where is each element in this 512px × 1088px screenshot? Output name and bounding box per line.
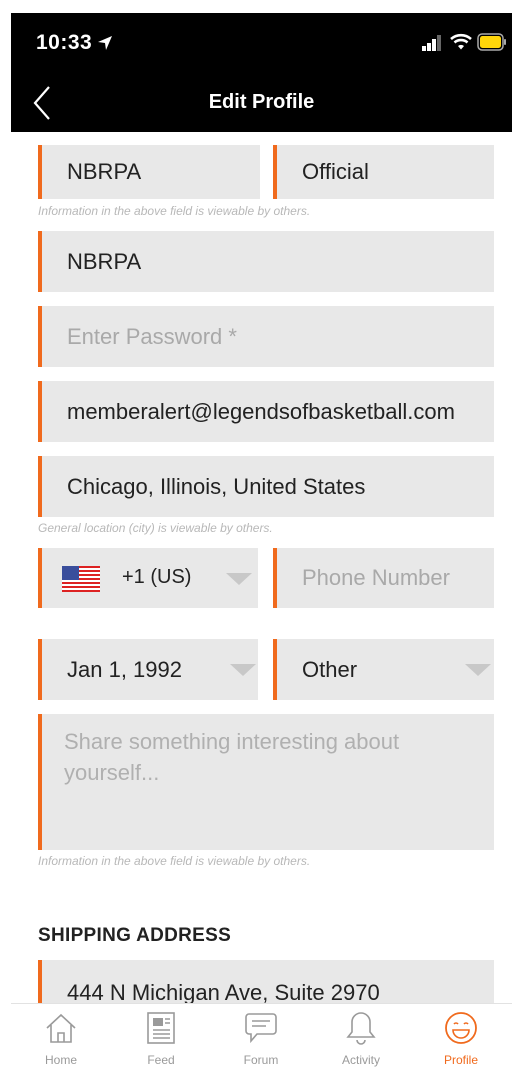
bottom-tab-bar: Home Feed Forum Activity Profile — [11, 1003, 512, 1075]
chevron-down-icon — [465, 664, 491, 676]
location-arrow-icon — [98, 36, 112, 50]
bell-icon — [346, 1012, 376, 1045]
password-field[interactable]: Enter Password * — [38, 306, 494, 367]
tab-activity[interactable]: Activity — [311, 1004, 411, 1075]
shipping-address-heading: SHIPPING ADDRESS — [38, 925, 232, 946]
name-visibility-note: Information in the above field is viewab… — [38, 204, 311, 218]
birthdate-value: Jan 1, 1992 — [67, 656, 182, 682]
tab-profile[interactable]: Profile — [411, 1004, 511, 1075]
username-field[interactable]: NBRPA — [38, 231, 494, 292]
phone-number-field[interactable]: Phone Number — [273, 548, 494, 608]
battery-icon — [477, 33, 506, 51]
last-name-field[interactable]: Official — [273, 145, 494, 199]
country-code-select[interactable]: +1 (US) — [38, 548, 258, 608]
location-field[interactable]: Chicago, Illinois, United States — [38, 456, 494, 517]
tab-feed[interactable]: Feed — [111, 1004, 211, 1075]
page-title: Edit Profile — [208, 91, 315, 113]
us-flag-icon — [62, 566, 100, 592]
cellular-signal-icon — [422, 35, 441, 51]
location-visibility-note: General location (city) is viewable by o… — [38, 521, 273, 535]
smiley-icon — [445, 1012, 477, 1044]
tab-activity-label: Activity — [341, 1053, 380, 1067]
home-icon — [46, 1013, 76, 1043]
status-time: 10:33 — [36, 31, 93, 54]
first-name-field[interactable]: NBRPA — [38, 145, 260, 199]
top-bar: 10:33 Edit Profile — [11, 13, 512, 132]
email-field[interactable]: memberalert@legendsofbasketball.com — [38, 381, 494, 442]
forum-icon — [245, 1013, 277, 1044]
chevron-down-icon — [226, 573, 252, 585]
gender-select[interactable]: Other — [273, 639, 494, 700]
feed-icon — [147, 1012, 175, 1044]
about-visibility-note: Information in the above field is viewab… — [38, 854, 311, 868]
gender-value: Other — [302, 656, 358, 682]
tab-forum[interactable]: Forum — [211, 1004, 311, 1075]
tab-forum-label: Forum — [243, 1053, 279, 1067]
tab-profile-label: Profile — [443, 1053, 478, 1067]
wifi-icon — [450, 33, 472, 50]
edit-profile-screen: 10:33 Edit Profile NBRPA Official Inform… — [11, 13, 512, 1075]
country-code-value: +1 (US) — [122, 566, 192, 588]
about-textarea[interactable]: Share something interesting about yourse… — [38, 714, 494, 850]
tab-home[interactable]: Home — [11, 1004, 111, 1075]
tab-home-label: Home — [44, 1053, 77, 1067]
tab-feed-label: Feed — [147, 1053, 175, 1067]
birthdate-select[interactable]: Jan 1, 1992 — [38, 639, 258, 700]
chevron-down-icon — [230, 664, 256, 676]
